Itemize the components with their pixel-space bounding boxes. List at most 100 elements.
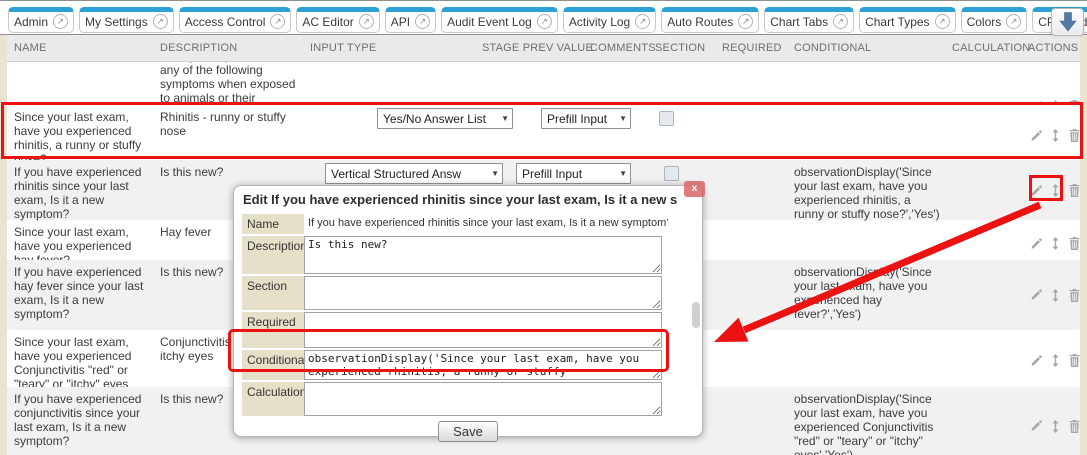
field-label: Conditional bbox=[242, 350, 304, 380]
field-textarea-calculation[interactable] bbox=[304, 382, 662, 416]
input-type-select[interactable]: Yes/No Answer List▼ bbox=[377, 108, 513, 129]
field-row-required: Required bbox=[242, 312, 694, 348]
close-icon: x bbox=[692, 184, 698, 194]
column-header-stage-prev-value: STAGE PREV VALUE bbox=[482, 42, 593, 54]
chevron-down-icon: ▼ bbox=[619, 169, 627, 178]
modal-scrollbar-thumb[interactable] bbox=[692, 302, 700, 328]
stage-prev-value-select[interactable]: Prefill Input▼ bbox=[541, 108, 631, 129]
field-row-name: NameIf you have experienced rhinitis sin… bbox=[242, 214, 694, 234]
name-cell: If you have experienced hay fever since … bbox=[7, 260, 153, 330]
tab-bar: Admin↗My Settings↗Access Control↗AC Edit… bbox=[0, 1, 1087, 34]
row-controls bbox=[303, 62, 715, 105]
field-textarea-section[interactable] bbox=[304, 276, 662, 310]
field-textarea-conditional[interactable]: observationDisplay('Since your last exam… bbox=[304, 350, 662, 380]
tab-label: Activity Log bbox=[569, 15, 630, 29]
move-vertical-icon[interactable] bbox=[1051, 289, 1060, 302]
row-actions bbox=[1021, 387, 1080, 455]
popout-icon[interactable]: ↗ bbox=[153, 14, 168, 29]
popout-icon[interactable]: ↗ bbox=[1006, 14, 1021, 29]
move-vertical-icon[interactable] bbox=[1051, 129, 1060, 142]
tab-chart-types[interactable]: Chart Types↗ bbox=[859, 7, 955, 33]
tab-api[interactable]: API ↗ bbox=[385, 7, 436, 33]
field-row-section: Section bbox=[242, 276, 694, 310]
conditional-cell bbox=[787, 105, 945, 166]
move-vertical-icon[interactable] bbox=[1051, 420, 1060, 433]
field-textarea-required[interactable] bbox=[304, 312, 662, 348]
modal-form: NameIf you have experienced rhinitis sin… bbox=[242, 214, 694, 416]
row-controls: Yes/No Answer List▼ Prefill Input▼ bbox=[303, 105, 715, 166]
popout-icon[interactable]: ↗ bbox=[270, 14, 285, 29]
tab-label: API bbox=[391, 15, 410, 29]
column-header-comments: COMMENTS bbox=[590, 42, 656, 54]
field-label: Section bbox=[242, 276, 304, 310]
field-label: Required bbox=[242, 312, 304, 348]
popout-icon[interactable]: ↗ bbox=[359, 14, 374, 29]
chevron-down-icon: ▼ bbox=[619, 114, 627, 123]
edit-pencil-icon[interactable] bbox=[1030, 289, 1042, 301]
field-textarea-description[interactable]: Is this new? bbox=[304, 236, 662, 274]
delete-trash-icon[interactable] bbox=[1069, 237, 1080, 250]
column-header-actions: ACTIONS bbox=[1028, 42, 1078, 54]
comments-checkbox[interactable] bbox=[659, 111, 674, 126]
tab-audit-event-log[interactable]: Audit Event Log↗ bbox=[441, 7, 558, 33]
move-vertical-icon[interactable] bbox=[1051, 354, 1060, 367]
edit-pencil-icon[interactable] bbox=[1030, 355, 1042, 367]
tab-auto-routes[interactable]: Auto Routes↗ bbox=[661, 7, 759, 33]
field-label: Name bbox=[242, 214, 304, 234]
tab-admin[interactable]: Admin↗ bbox=[8, 7, 74, 33]
name-cell: Since your last exam, have you experienc… bbox=[7, 330, 153, 391]
popout-icon[interactable]: ↗ bbox=[935, 14, 950, 29]
delete-trash-icon[interactable] bbox=[1069, 420, 1080, 433]
name-cell: If you have experienced conjunctivitis s… bbox=[7, 387, 153, 455]
edit-pencil-icon[interactable] bbox=[1030, 238, 1042, 250]
column-header-name: NAME bbox=[14, 42, 47, 54]
row-actions bbox=[1021, 330, 1080, 391]
table-row: have you experienced any of the followin… bbox=[7, 62, 1080, 105]
input-type-select[interactable]: Vertical Structured Answ▼ bbox=[325, 163, 503, 184]
tab-access-control[interactable]: Access Control ↗ bbox=[179, 7, 292, 33]
popout-icon[interactable]: ↗ bbox=[537, 14, 552, 29]
save-button[interactable]: Save bbox=[438, 421, 498, 442]
conditional-cell bbox=[787, 62, 945, 105]
popout-icon[interactable]: ↗ bbox=[738, 14, 753, 29]
modal-title: Edit If you have experienced rhinitis si… bbox=[242, 190, 694, 214]
move-vertical-icon[interactable] bbox=[1051, 184, 1060, 197]
delete-trash-icon[interactable] bbox=[1069, 289, 1080, 302]
delete-trash-icon[interactable] bbox=[1069, 129, 1080, 142]
edit-pencil-icon[interactable] bbox=[1030, 185, 1042, 197]
table-header: NAMEDESCRIPTIONINPUT TYPESTAGE PREV VALU… bbox=[7, 35, 1080, 62]
row-actions bbox=[1021, 160, 1080, 221]
edit-pencil-icon[interactable] bbox=[1030, 130, 1042, 142]
name-cell: Since your last exam, have you experienc… bbox=[7, 105, 153, 166]
stage-prev-value-select[interactable]: Prefill Input▼ bbox=[516, 163, 631, 184]
popout-icon[interactable]: ↗ bbox=[53, 14, 68, 29]
popout-icon[interactable]: ↗ bbox=[415, 14, 430, 29]
tab-ac-editor[interactable]: AC Editor↗ bbox=[296, 7, 379, 33]
popout-icon[interactable]: ↗ bbox=[635, 14, 650, 29]
field-row-calculation: Calculation bbox=[242, 382, 694, 416]
delete-trash-icon[interactable] bbox=[1069, 354, 1080, 367]
tab-label: Access Control bbox=[185, 15, 266, 29]
field-value: If you have experienced rhinitis since y… bbox=[304, 214, 668, 234]
field-label: Calculation bbox=[242, 382, 304, 416]
close-button[interactable]: x bbox=[684, 181, 705, 197]
tab-label: My Settings bbox=[85, 15, 148, 29]
row-actions bbox=[1021, 260, 1080, 330]
conditional-cell bbox=[787, 330, 945, 391]
tab-chart-tabs[interactable]: Chart Tabs↗ bbox=[764, 7, 854, 33]
delete-trash-icon[interactable] bbox=[1069, 184, 1080, 197]
edit-pencil-icon[interactable] bbox=[1030, 420, 1042, 432]
tab-my-settings[interactable]: My Settings ↗ bbox=[79, 7, 174, 33]
tab-overflow-button[interactable] bbox=[1051, 8, 1084, 36]
popout-icon[interactable]: ↗ bbox=[833, 14, 848, 29]
chevron-down-icon: ▼ bbox=[501, 114, 509, 123]
tab-activity-log[interactable]: Activity Log ↗ bbox=[563, 7, 656, 33]
conditional-cell: observationDisplay('Since your last exam… bbox=[787, 387, 945, 455]
move-vertical-icon[interactable] bbox=[1051, 237, 1060, 250]
name-cell: If you have experienced rhinitis since y… bbox=[7, 160, 153, 221]
column-header-conditional: CONDITIONAL bbox=[794, 42, 871, 54]
comments-checkbox[interactable] bbox=[664, 166, 679, 181]
overflow-down-icon bbox=[1059, 12, 1077, 32]
field-row-description: DescriptionIs this new? bbox=[242, 236, 694, 274]
tab-colors[interactable]: Colors↗ bbox=[961, 7, 1028, 33]
